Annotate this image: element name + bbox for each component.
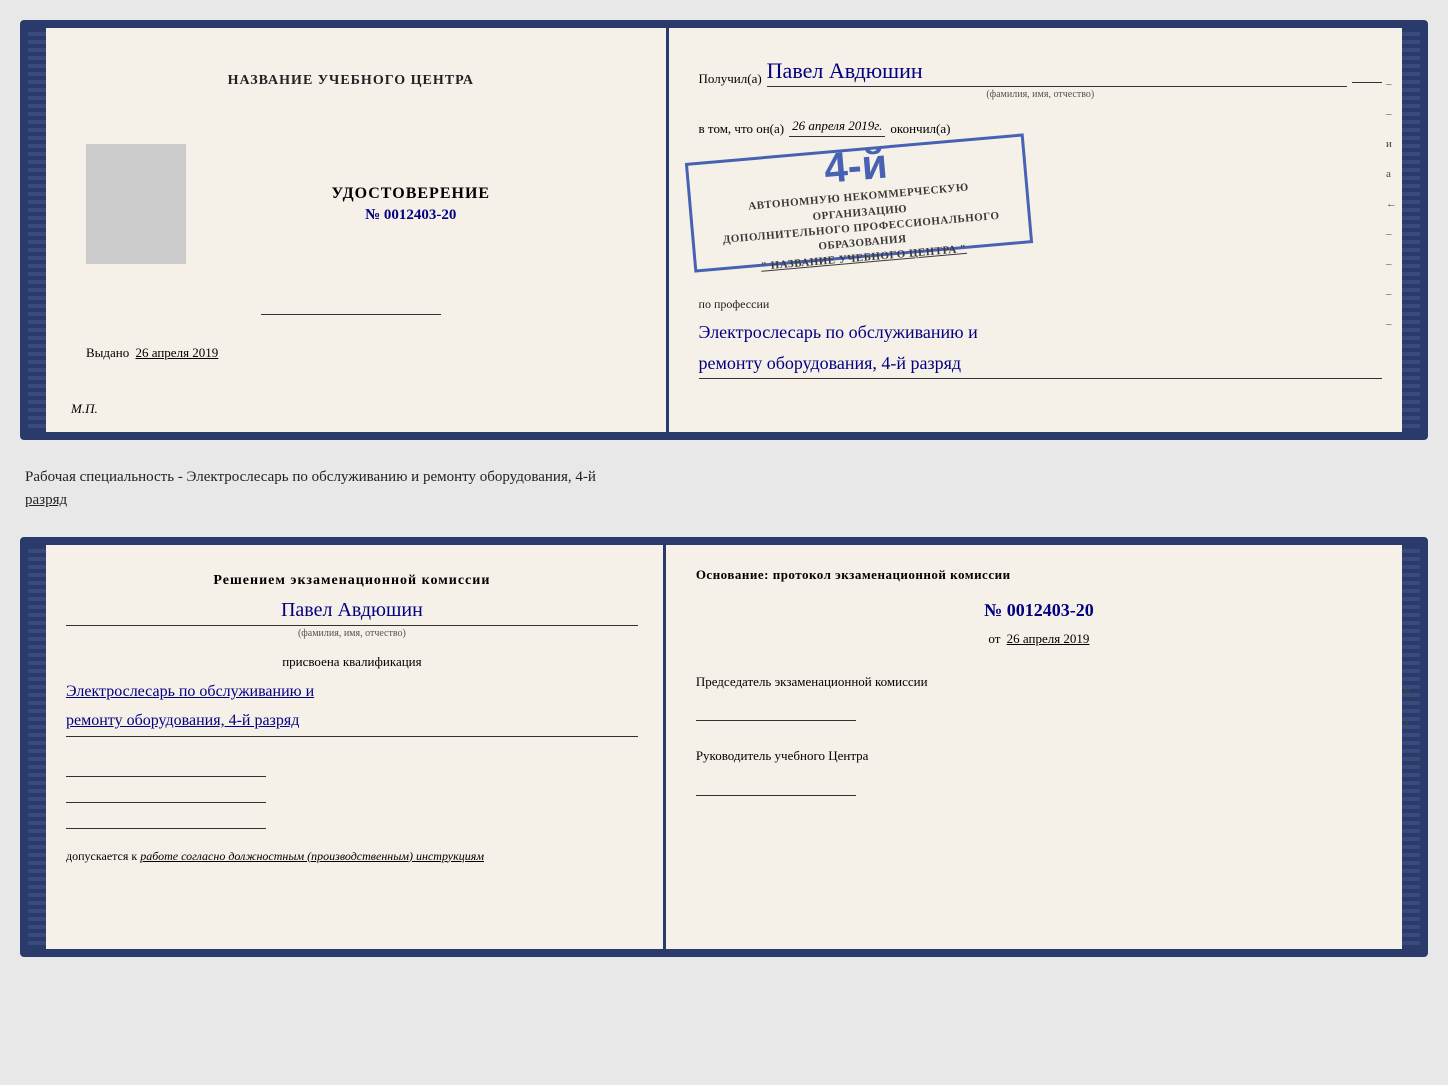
profession-text: Электрослесарь по обслуживанию и ремонту… — [699, 317, 1382, 379]
bottom-fio-caption: (фамилия, имя, отчество) — [66, 628, 638, 639]
top-right-panel: Получил(а) Павел Авдюшин (фамилия, имя, … — [669, 28, 1402, 432]
qualification-line1: Электрослесарь по обслуживанию и — [66, 678, 638, 707]
middle-text-block: Рабочая специальность - Электрослесарь п… — [20, 458, 1428, 519]
bottom-right-side-marks: – – – и а ← – – – – – — [1404, 595, 1415, 907]
signature-lines — [66, 757, 638, 829]
udostoverenie-block: УДОСТОВЕРЕНИЕ № 0012403-20 — [331, 185, 490, 224]
po-professii-label: по профессии — [699, 297, 1382, 312]
bottom-recipient-name: Павел Авдюшин — [66, 599, 638, 626]
udostoverenie-number: № 0012403-20 — [331, 207, 490, 224]
fio-caption: (фамилия, имя, отчество) — [699, 89, 1382, 100]
rukovoditel-label: Руководитель учебного Центра — [696, 746, 1382, 766]
top-left-panel: НАЗВАНИЕ УЧЕБНОГО ЦЕНТРА УДОСТОВЕРЕНИЕ №… — [46, 28, 669, 432]
poluchil-label: Получил(а) — [699, 71, 762, 87]
spine-left — [28, 28, 46, 432]
vydano-date: 26 апреля 2019 — [136, 345, 219, 360]
osnovanie-title: Основание: протокол экзаменационной коми… — [696, 565, 1382, 585]
top-document: НАЗВАНИЕ УЧЕБНОГО ЦЕНТРА УДОСТОВЕРЕНИЕ №… — [20, 20, 1428, 440]
bottom-document: Решением экзаменационной комиссии Павел … — [20, 537, 1428, 957]
dopuskaetsya-block: допускается к работе согласно должностны… — [66, 849, 638, 864]
vydano-label: Выдано — [86, 345, 129, 360]
dopuskaetsya-label: допускается к — [66, 849, 137, 863]
udostoverenie-label: УДОСТОВЕРЕНИЕ — [331, 185, 490, 203]
right-side-marks: – – и а ← – – – – — [1386, 78, 1397, 330]
v-tom-chto-label: в том, что он(а) — [699, 121, 785, 137]
completion-date: 26 апреля 2019г. — [789, 118, 885, 137]
ot-date-block: от 26 апреля 2019 — [696, 631, 1382, 647]
rukovoditel-sig-line — [696, 776, 856, 796]
resolution-title: Решением экзаменационной комиссии — [66, 570, 638, 591]
bottom-right-panel: Основание: протокол экзаменационной коми… — [666, 545, 1402, 949]
ot-date-value: 26 апреля 2019 — [1007, 631, 1090, 646]
sig-line-1 — [66, 757, 266, 777]
bottom-left-panel: Решением экзаменационной комиссии Павел … — [46, 545, 666, 949]
profession-line2: ремонту оборудования, 4-й разряд — [699, 348, 1382, 379]
middle-text-main: Рабочая специальность - Электрослесарь п… — [25, 469, 596, 485]
recipient-name: Павел Авдюшин — [767, 58, 1347, 87]
okonchil-label: окончил(а) — [890, 121, 950, 137]
mp-line: М.П. — [71, 401, 98, 417]
stamp-rank: 4-й — [822, 140, 889, 193]
dopuskaetsya-text: работе согласно должностным (производств… — [140, 849, 484, 863]
poluchil-line: Получил(а) Павел Авдюшин — [699, 58, 1382, 87]
spine-right — [1402, 28, 1420, 432]
photo-placeholder — [86, 144, 186, 264]
prisvoena-label: присвоена квалификация — [66, 654, 638, 670]
ot-label: от — [988, 631, 1000, 646]
sig-line-2 — [66, 783, 266, 803]
page-wrapper: НАЗВАНИЕ УЧЕБНОГО ЦЕНТРА УДОСТОВЕРЕНИЕ №… — [20, 20, 1428, 957]
qualification-line2: ремонту оборудования, 4-й разряд — [66, 707, 638, 736]
qualification-text: Электрослесарь по обслуживанию и ремонту… — [66, 678, 638, 737]
v-tom-chto: в том, что он(а) 26 апреля 2019г. окончи… — [699, 118, 1382, 137]
profession-line1: Электрослесарь по обслуживанию и — [699, 317, 1382, 348]
dash-line — [1352, 82, 1382, 83]
center-name-title: НАЗВАНИЕ УЧЕБНОГО ЦЕНТРА — [228, 73, 474, 89]
vydano-line: Выдано 26 апреля 2019 — [86, 345, 218, 361]
bottom-spine-left — [28, 545, 46, 949]
sig-line-3 — [66, 809, 266, 829]
middle-text-razryad: разряд — [25, 492, 67, 508]
protocol-number: № 0012403-20 — [696, 600, 1382, 621]
stamp-overlay: 4-й АВТОНОМНУЮ НЕКОММЕРЧЕСКУЮ ОРГАНИЗАЦИ… — [684, 133, 1032, 272]
predsedatel-label: Председатель экзаменационной комиссии — [696, 672, 1382, 692]
rukovoditel-section: Руководитель учебного Центра — [696, 746, 1382, 796]
predsedatel-section: Председатель экзаменационной комиссии — [696, 672, 1382, 722]
predsedatel-sig-line — [696, 701, 856, 721]
